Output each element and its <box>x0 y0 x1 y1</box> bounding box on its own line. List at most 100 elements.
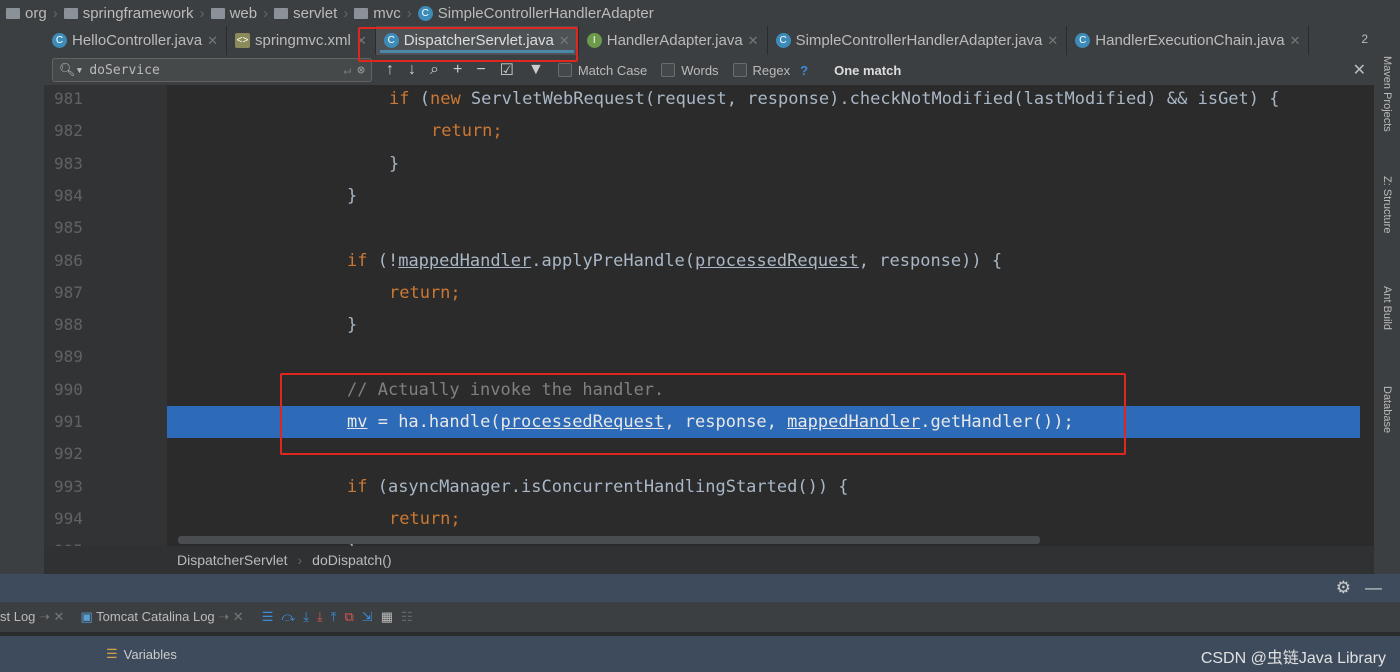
minimize-icon[interactable]: — <box>1365 578 1382 598</box>
search-input[interactable]: 🔍︎▾ doService ↵ ⊗ <box>52 58 372 82</box>
debug-toolbar: st Log ➝ ✕ ▣ Tomcat Catalina Log ➝ ✕ ☰ ⤼… <box>0 602 1400 632</box>
line-number: 990 <box>54 379 83 399</box>
code-token: return; <box>431 121 503 142</box>
previous-occurrence-icon[interactable]: ↑ <box>386 61 394 79</box>
tab-hellocontroller-java[interactable]: C HelloController.java ✕ <box>44 26 227 55</box>
line-number: 981 <box>54 89 83 108</box>
folder-icon <box>6 7 20 19</box>
breadcrumb-item[interactable]: mvc <box>348 5 407 22</box>
find-all-icon[interactable]: ⌕ <box>430 61 439 79</box>
match-count: One match <box>834 62 902 78</box>
regex-checkbox[interactable]: Regex <box>732 63 790 78</box>
code-token: new <box>429 89 471 109</box>
match-case-checkbox[interactable]: Match Case <box>557 63 647 78</box>
breadcrumb-label: SimpleControllerHandlerAdapter <box>437 4 654 22</box>
select-all-icon[interactable]: ☑ <box>500 60 514 80</box>
code-editor[interactable]: if (new ServletWebRequest(request, respo… <box>167 85 1360 546</box>
breadcrumb-item[interactable]: org <box>0 5 53 22</box>
breadcrumb-item[interactable]: servlet <box>268 5 343 22</box>
next-occurrence-icon[interactable]: ↓ <box>408 61 416 79</box>
enter-icon: ↵ <box>343 62 352 78</box>
words-checkbox[interactable]: Words <box>661 63 719 78</box>
code-line: if (new ServletWebRequest(request, respo… <box>167 85 1360 115</box>
drop-frame-icon[interactable]: ⧉ <box>345 609 354 625</box>
breadcrumb-label: org <box>25 4 47 22</box>
show-execution-point-icon[interactable]: ☰ <box>262 609 274 625</box>
line-number: 994 <box>54 508 83 528</box>
remove-selection-icon[interactable]: − <box>476 61 485 79</box>
tool-window-ant-build[interactable]: Ant Build <box>1381 286 1393 330</box>
code-line: return; <box>167 277 1360 309</box>
tool-window-database[interactable]: Database <box>1381 386 1393 433</box>
evaluate-icon[interactable]: ▦ <box>381 609 393 625</box>
code-token: processedRequest <box>695 250 859 271</box>
add-selection-icon[interactable]: + <box>453 61 462 79</box>
regex-help-icon[interactable]: ? <box>800 63 808 78</box>
code-line: } <box>167 180 1360 212</box>
debug-panel-header: ⚙ — <box>0 574 1400 602</box>
class-icon: C <box>52 33 67 48</box>
run-to-cursor-icon[interactable]: ⇲ <box>362 609 373 625</box>
tab-springmvc-xml[interactable]: <> springmvc.xml ✕ <box>227 26 376 55</box>
line-number: 987 <box>54 282 83 302</box>
close-tab-icon[interactable]: ✕ <box>748 33 759 49</box>
step-out-icon[interactable]: ⤒ <box>331 609 337 625</box>
tool-window-maven-projects[interactable]: Maven Projects <box>1381 56 1393 132</box>
trace-icon: ☷ <box>401 609 413 624</box>
force-step-into-icon[interactable]: ⤓ <box>317 609 323 625</box>
project-panel-strip <box>0 26 44 574</box>
nav-class[interactable]: DispatcherServlet <box>177 552 288 568</box>
breadcrumb-label: servlet <box>293 4 338 22</box>
annotation-box-tab <box>358 27 578 62</box>
right-tool-strip: Maven Projects Z: Structure Ant Build Datab… <box>1374 26 1400 574</box>
breadcrumb-item[interactable]: web <box>205 5 264 22</box>
line-number: 982 <box>54 121 83 141</box>
line-number: 983 <box>54 153 83 173</box>
folder-icon <box>63 7 78 19</box>
close-tab-icon[interactable]: ✕ <box>1047 33 1058 49</box>
debug-tab-log[interactable]: st Log ➝ ✕ <box>0 609 64 625</box>
debug-tab-tomcat-log[interactable]: ▣ Tomcat Catalina Log ➝ ✕ <box>80 609 243 625</box>
code-token: } <box>347 315 358 336</box>
tab-label: HandlerAdapter.java <box>606 32 743 49</box>
breadcrumb-item[interactable]: C SimpleControllerHandlerAdapter <box>412 5 660 22</box>
variables-icon: ☰ <box>106 646 118 661</box>
line-number: 984 <box>54 185 83 205</box>
interface-icon: I <box>586 33 602 48</box>
code-token: return; <box>389 282 461 303</box>
breadcrumb-label: web <box>229 4 258 22</box>
tab-handleradapter-java[interactable]: I HandlerAdapter.java ✕ <box>579 26 768 55</box>
close-tab-icon[interactable]: ✕ <box>1290 33 1301 49</box>
tab-overflow-button[interactable]: 2 <box>1355 26 1374 55</box>
breadcrumb-item[interactable]: springframework <box>58 5 200 22</box>
variables-panel-header: ☰ Variables <box>0 636 1400 672</box>
editor-tabs: C HelloController.java ✕ <> springmvc.xml ✕ C D… <box>44 26 1374 55</box>
clear-icon[interactable]: ⊗ <box>357 63 365 78</box>
line-number-gutter: 981 982 983 984 985 986 987 988 989 990 991 992 993 9… <box>44 85 167 560</box>
filter-icon[interactable]: ▼ <box>528 61 544 79</box>
tab-simplecontrollerhandleradapter-java[interactable]: C SimpleControllerHandlerAdapter.java ✕ <box>768 26 1068 55</box>
code-token: .applyPreHandle( <box>531 250 696 271</box>
tool-window-z-structure[interactable]: Z: Structure <box>1381 176 1393 233</box>
annotation-box-code <box>280 373 1126 455</box>
folder-icon <box>210 7 225 19</box>
nav-method[interactable]: doDispatch() <box>312 552 391 568</box>
class-icon: C <box>417 5 433 21</box>
horizontal-scrollbar[interactable] <box>178 536 1040 544</box>
close-tab-icon[interactable]: ✕ <box>207 33 218 49</box>
code-token: if <box>347 250 378 271</box>
gear-icon[interactable]: ⚙ <box>1336 578 1351 598</box>
xml-icon: <> <box>234 33 250 48</box>
step-over-icon[interactable]: ⤼ <box>281 609 295 625</box>
code-token: return; <box>389 508 461 529</box>
code-line: if (!mappedHandler.applyPreHandle(proces… <box>167 245 1360 277</box>
tab-label: HandlerExecutionChain.java <box>1095 32 1285 49</box>
step-into-icon[interactable]: ⤓ <box>303 609 309 625</box>
class-icon: C <box>1075 33 1091 48</box>
breadcrumb-label: mvc <box>373 4 401 22</box>
close-find-icon[interactable]: ✕ <box>1353 60 1366 80</box>
tab-handlerexecutionchain-java[interactable]: C HandlerExecutionChain.java ✕ <box>1067 26 1310 55</box>
code-line: return; <box>167 503 1360 535</box>
